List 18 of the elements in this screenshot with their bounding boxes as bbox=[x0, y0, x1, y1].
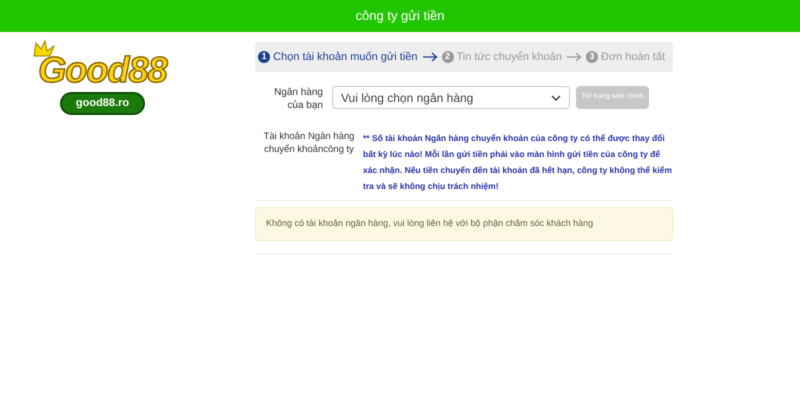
step-number: 1 bbox=[258, 51, 270, 63]
arrow-icon bbox=[566, 52, 582, 62]
alert-message: Không có tài khoản ngân hàng, vui lòng liên hệ với bộ phận chăm sóc khách hàng bbox=[255, 207, 673, 241]
step-number: 2 bbox=[442, 51, 454, 63]
logo-domain-badge: good88.ro bbox=[60, 92, 146, 114]
chevron-down-icon bbox=[551, 94, 561, 100]
header-title: công ty gửi tiền bbox=[356, 7, 444, 26]
step-label: Tin tức chuyển khoản bbox=[456, 50, 562, 65]
step-label: Chọn tài khoản muốn gửi tiền bbox=[273, 50, 418, 65]
bank-label: Ngân hàng của bạn bbox=[273, 86, 323, 112]
step-label: Đơn hoàn tất bbox=[600, 50, 665, 65]
arrow-icon bbox=[422, 52, 438, 62]
select-placeholder: Vui lòng chọn ngân hàng bbox=[341, 90, 474, 106]
bank-select[interactable]: Vui lòng chọn ngân hàng bbox=[332, 86, 570, 109]
step-number: 3 bbox=[586, 51, 598, 63]
account-notice: ** Số tài khoản Ngân hàng chuyển khoản của công ty có thể được thay đổi bất kỳ lúc nào! Mỗi lần gửi tiền phải vào màn hình gửi tiền của công ty để xác nhận. Nếu tiền chuyển đến tài khoản đã hết hạn, công ty không thể kiểm tra và sẽ không chịu trách nhiệm! bbox=[363, 132, 673, 193]
logo-wordmark: Good88 bbox=[38, 52, 167, 88]
account-label: Tài khoản Ngân hàng chuyển khoảncông ty bbox=[262, 130, 356, 156]
